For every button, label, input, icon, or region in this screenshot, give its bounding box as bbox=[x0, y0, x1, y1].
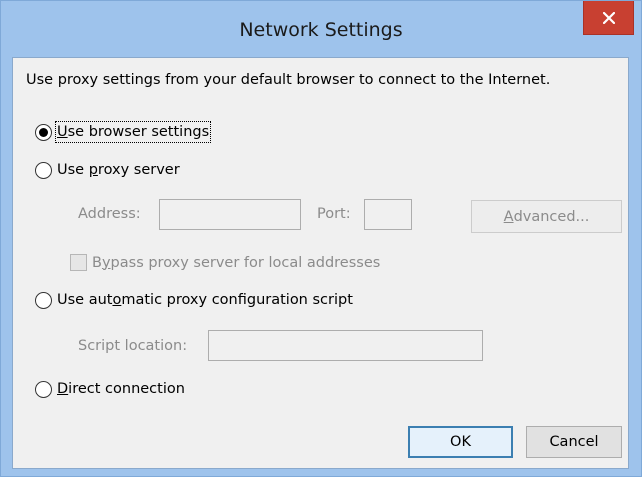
radio-label-direct: Direct connection bbox=[57, 381, 185, 397]
radio-auto-proxy-script[interactable]: Use automatic proxy configuration script bbox=[35, 291, 353, 309]
address-input[interactable] bbox=[159, 199, 301, 230]
radio-button-auto-script[interactable] bbox=[35, 291, 52, 309]
close-icon bbox=[602, 11, 615, 24]
radio-button-browser-settings[interactable] bbox=[35, 123, 52, 141]
radio-use-browser-settings[interactable]: Use browser settings bbox=[35, 121, 212, 143]
radio-button-proxy-server[interactable] bbox=[35, 161, 52, 179]
advanced-button[interactable]: Advanced... bbox=[471, 200, 622, 233]
dialog-body: Use proxy settings from your default bro… bbox=[12, 57, 629, 469]
network-settings-window: Network Settings Use proxy settings from… bbox=[0, 0, 642, 477]
radio-label-auto-script: Use automatic proxy configuration script bbox=[57, 292, 353, 308]
cancel-button[interactable]: Cancel bbox=[526, 426, 622, 458]
script-location-label: Script location: bbox=[78, 338, 188, 354]
radio-label-browser-settings: Use browser settings bbox=[54, 121, 212, 143]
ok-button[interactable]: OK bbox=[408, 426, 513, 458]
radio-direct-connection[interactable]: Direct connection bbox=[35, 380, 185, 398]
script-location-input[interactable] bbox=[208, 330, 483, 361]
radio-button-direct[interactable] bbox=[35, 380, 52, 398]
port-label: Port: bbox=[317, 206, 351, 222]
description-text: Use proxy settings from your default bro… bbox=[26, 72, 551, 88]
close-button[interactable] bbox=[583, 1, 634, 35]
bypass-local-checkbox-row[interactable]: Bypass proxy server for local addresses bbox=[70, 254, 380, 271]
radio-use-proxy-server[interactable]: Use proxy server bbox=[35, 161, 180, 179]
radio-label-proxy-server: Use proxy server bbox=[57, 162, 180, 178]
bypass-local-checkbox[interactable] bbox=[70, 254, 87, 271]
bypass-local-label: Bypass proxy server for local addresses bbox=[92, 254, 381, 271]
port-input[interactable] bbox=[364, 199, 412, 230]
window-title: Network Settings bbox=[239, 19, 403, 41]
address-label: Address: bbox=[78, 206, 141, 222]
